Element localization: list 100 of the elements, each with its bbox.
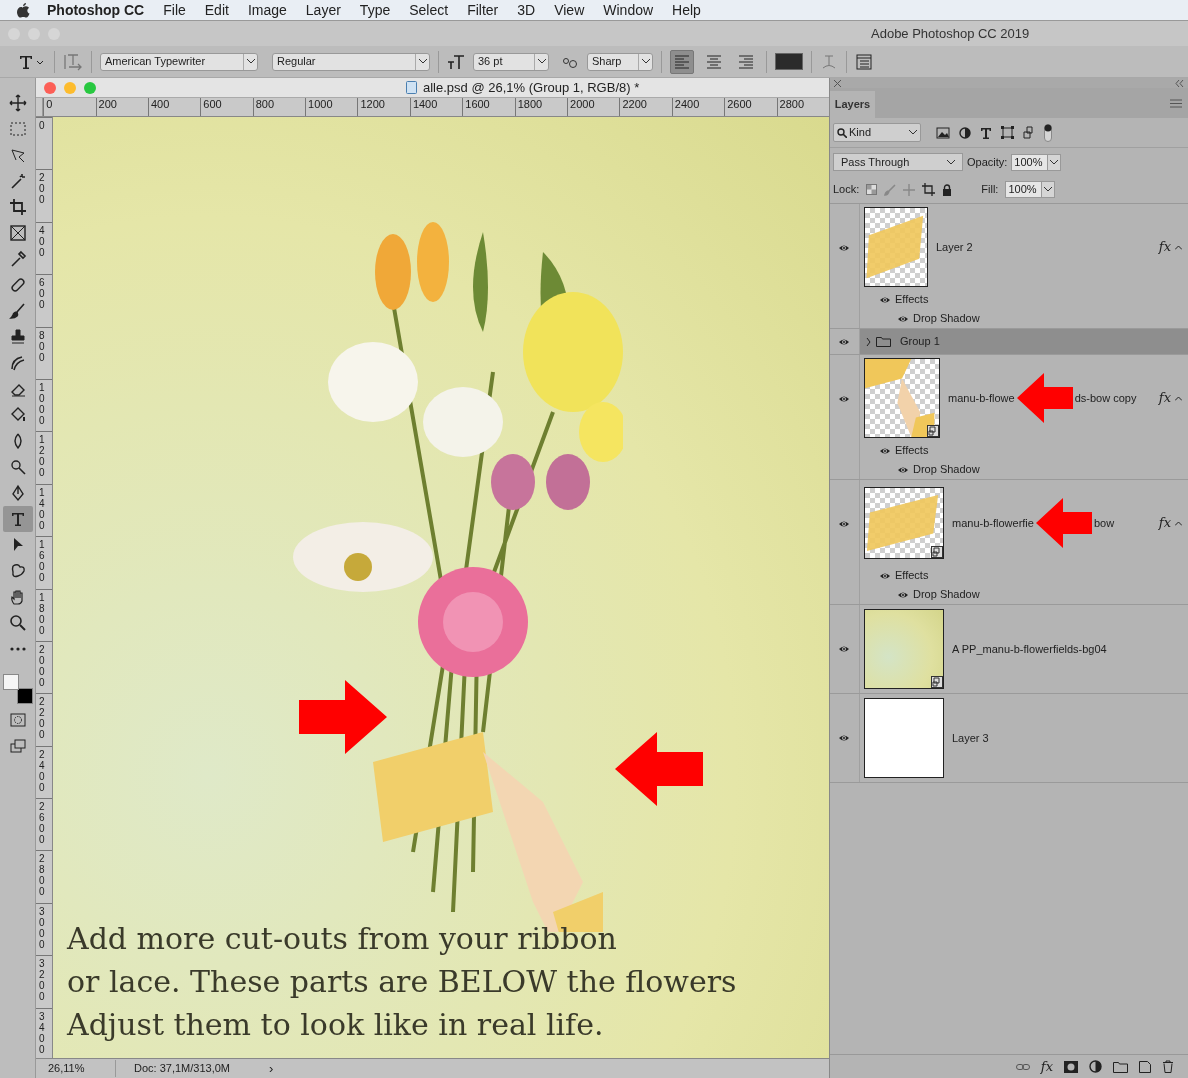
filter-toggle-icon[interactable]: [1044, 123, 1052, 142]
visibility-eye-icon[interactable]: [839, 244, 850, 252]
layer-row[interactable]: Layer 3: [860, 694, 1188, 782]
layer-row[interactable]: manu-b-flowe ds-bow copy fx Effects Drop Shadow: [860, 355, 1188, 479]
image-filter-icon[interactable]: [936, 126, 950, 139]
visibility-eye-icon[interactable]: [898, 314, 909, 323]
menu-item[interactable]: Window: [603, 0, 654, 21]
zoom-level: 26,11%: [36, 1060, 116, 1077]
app-menu[interactable]: Photoshop CC: [47, 0, 145, 21]
visibility-eye-icon[interactable]: [898, 465, 909, 474]
move-icon: [8, 94, 27, 112]
crop-icon[interactable]: [922, 183, 936, 196]
layer-name: Layer 3: [952, 730, 989, 746]
font-family-dropdown[interactable]: American Typewriter: [100, 52, 258, 71]
visibility-eye-icon[interactable]: [839, 520, 850, 528]
font-style-dropdown[interactable]: Regular: [272, 52, 430, 71]
visibility-eye-icon[interactable]: [880, 295, 891, 304]
ruler-label: 2600: [727, 99, 752, 110]
lasso-icon: [8, 146, 27, 164]
expand-caret-icon[interactable]: [866, 337, 871, 346]
foreground-color-swatch[interactable]: [2, 674, 19, 690]
font-size-dropdown[interactable]: 36 pt: [473, 52, 549, 71]
menu-item[interactable]: Image: [247, 0, 287, 21]
ruler-label: 3200: [39, 958, 46, 1003]
canvas-text-line: Adjust them to look like in real life.: [67, 1006, 605, 1044]
layers-tab[interactable]: Layers: [830, 91, 875, 118]
screen-mode-icon[interactable]: [8, 738, 27, 754]
menu-item[interactable]: Select: [409, 0, 449, 21]
dodge-icon: [8, 458, 27, 476]
collapse-caret-icon[interactable]: [1175, 395, 1182, 401]
document-title: alle.psd @ 26,1% (Group 1, RGB/8) *: [423, 78, 640, 97]
caret-icon: [537, 59, 546, 64]
menu-item[interactable]: View: [554, 0, 585, 21]
antialias-dropdown[interactable]: Sharp: [587, 52, 653, 71]
blend-mode-dropdown[interactable]: Pass Through: [833, 153, 963, 171]
mask-icon[interactable]: [1064, 1060, 1078, 1073]
menu-item[interactable]: Layer: [305, 0, 341, 21]
visibility-eye-icon[interactable]: [839, 645, 850, 653]
ruler-label: 2200: [39, 696, 46, 741]
menu-item[interactable]: Edit: [204, 0, 229, 21]
opacity-field[interactable]: 100%: [1011, 153, 1062, 171]
layer-row[interactable]: Layer 2 fx Effects Drop Shadow: [860, 204, 1188, 328]
trash-icon[interactable]: [1162, 1060, 1174, 1073]
shape-filter-icon[interactable]: [1001, 126, 1014, 139]
layer-name: A PP_manu-b-flowerfields-bg04: [952, 641, 1107, 657]
folder-icon[interactable]: [1113, 1060, 1128, 1073]
collapse-caret-icon[interactable]: [1175, 244, 1182, 250]
layer-name: manu-b-flowe: [948, 390, 1015, 406]
type-tool-button[interactable]: [2, 506, 33, 532]
menu-item[interactable]: Type: [359, 0, 391, 21]
layer-name: ds-bow copy: [1074, 390, 1137, 406]
layer-group-row[interactable]: Group 1: [860, 329, 1188, 354]
panels-icon[interactable]: [855, 52, 873, 71]
collapse-caret-icon[interactable]: [1175, 520, 1182, 526]
align-left-button[interactable]: [670, 49, 694, 74]
close-icon[interactable]: [834, 79, 841, 87]
visibility-eye-icon[interactable]: [898, 590, 909, 599]
lock-icon[interactable]: [942, 183, 953, 196]
ruler-label: 1600: [39, 539, 46, 584]
layer-row[interactable]: manu-b-flowerfie bow fx Effects Drop Shadow: [860, 480, 1188, 604]
adjustment-icon[interactable]: [1089, 1060, 1102, 1073]
menu-item[interactable]: File: [163, 0, 186, 21]
visibility-eye-icon[interactable]: [839, 734, 850, 742]
visibility-eye-icon[interactable]: [880, 446, 891, 455]
type-filter-icon[interactable]: [980, 126, 992, 139]
text-color-swatch[interactable]: [775, 53, 803, 70]
ruler-label: 2000: [39, 643, 46, 688]
caret-icon: [1050, 159, 1059, 165]
collapse-icon[interactable]: [1175, 79, 1184, 87]
lock-transparency-icon[interactable]: [866, 184, 878, 195]
menu-item[interactable]: Help: [672, 0, 701, 21]
new-layer-icon[interactable]: [1139, 1060, 1151, 1073]
visibility-eye-icon[interactable]: [839, 337, 850, 346]
document-size: Doc: 37,1M/313,0M: [134, 1061, 231, 1077]
fill-field[interactable]: 100%: [1005, 181, 1056, 198]
quick-mask-icon[interactable]: [8, 712, 27, 728]
smart-object-filter-icon[interactable]: [1023, 126, 1035, 139]
ruler-label: 3000: [39, 905, 46, 950]
visibility-eye-icon[interactable]: [880, 571, 891, 580]
filter-kind-dropdown[interactable]: Kind: [833, 123, 921, 142]
visibility-eye-icon[interactable]: [839, 395, 850, 403]
layer-row[interactable]: A PP_manu-b-flowerfields-bg04: [860, 605, 1188, 693]
status-menu-arrow[interactable]: ›: [269, 1058, 274, 1078]
background-color-swatch[interactable]: [16, 688, 33, 704]
ruler-label: 2000: [570, 99, 595, 110]
caret-icon: [909, 130, 917, 135]
ruler-label: 400: [39, 224, 46, 258]
ruler-label: 3400: [39, 1010, 46, 1055]
ruler-label: 1200: [39, 434, 46, 479]
caret-icon: [246, 59, 255, 64]
panel-menu-icon[interactable]: [1170, 99, 1182, 108]
adjustment-filter-icon[interactable]: [959, 126, 971, 139]
menu-item[interactable]: 3D: [517, 0, 536, 21]
add-layer-style-button[interactable]: fx: [1040, 1056, 1053, 1077]
ruler-label: 1800: [39, 591, 46, 636]
type-tool-icon[interactable]: [18, 53, 46, 70]
link-icon[interactable]: [1015, 1062, 1030, 1071]
ruler-label: 1200: [360, 99, 385, 110]
menu-item[interactable]: Filter: [467, 0, 499, 21]
effect-name: Drop Shadow: [913, 462, 980, 478]
